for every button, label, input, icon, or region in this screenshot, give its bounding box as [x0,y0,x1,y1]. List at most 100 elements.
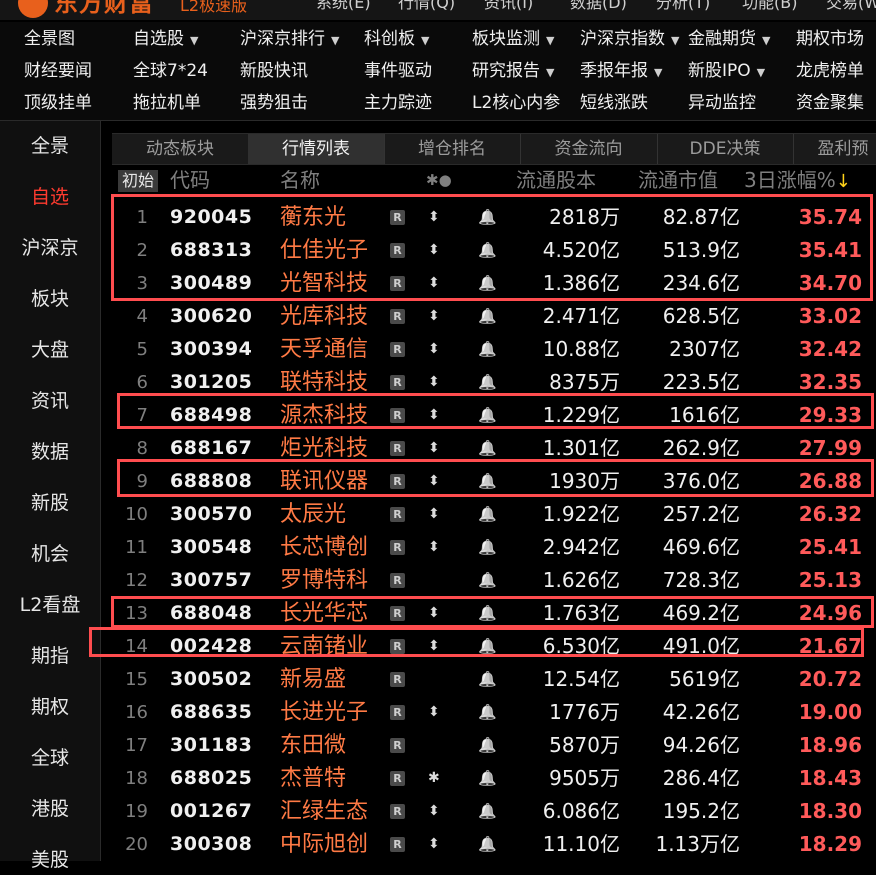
top-menu-item[interactable]: 功能(B) [742,0,797,14]
top-menu-item[interactable]: 行情(Q) [398,0,455,14]
nav-item[interactable]: 全景 [0,131,100,161]
header-code[interactable]: 代码 [170,165,210,195]
tab-item[interactable]: DDE决策 [657,134,794,164]
top-menu-item[interactable]: 资讯(I) [484,0,533,14]
float-mcap: 286.4亿 [662,766,740,790]
stock-name: 太辰光 [280,502,347,527]
top-menu-item[interactable]: 数据(D) [570,0,627,14]
nav-item[interactable]: 大盘 [0,335,100,365]
highlight-box [117,459,874,497]
r-badge-icon: R [390,309,405,324]
top-menu-item[interactable]: 系统(E) [316,0,371,14]
bell-icon[interactable]: 🔔 [478,333,497,366]
header-float-shares[interactable]: 流通股本 [516,165,596,195]
nav-item[interactable]: 全球 [0,743,100,773]
top-menu-item[interactable]: 交易(W) [826,0,876,14]
table-row[interactable]: 15 300502 新易盛 R 🔔 12.54亿 5619亿 20.72 [112,663,876,696]
nav-item[interactable]: 资讯 [0,386,100,416]
function-button[interactable]: 主力踪迹 [364,88,432,118]
stock-code: 301183 [170,734,253,756]
table-row[interactable]: 19 001267 汇绿生态 R ⬍ 🔔 6.086亿 195.2亿 18.30 [112,795,876,828]
table-row[interactable]: 4 300620 光库科技 R ⬍ 🔔 2.471亿 628.5亿 33.02 [112,300,876,333]
bell-icon[interactable]: 🔔 [478,696,497,729]
header-name[interactable]: 名称 [280,165,320,195]
r-badge-icon: R [390,342,405,357]
function-button[interactable]: 板块监测 ▼ [472,24,554,56]
tab-item[interactable]: 盈利预 [793,134,876,164]
bell-icon[interactable]: 🔔 [478,531,497,564]
header-flags: ✱● [426,171,452,189]
tab-item[interactable]: 增仓排名 [384,134,521,164]
function-button[interactable]: L2核心内参 [472,88,560,118]
row-index: 5 [136,339,148,360]
nav-item[interactable]: L2看盘 [0,590,100,620]
nav-item[interactable]: 沪深京 [0,233,100,263]
function-button[interactable]: 拖拉机单 [133,88,201,118]
bell-icon[interactable]: 🔔 [478,762,497,795]
function-button[interactable]: 沪深京排行 ▼ [240,24,339,56]
table-row[interactable]: 10 300570 太辰光 R ⬍ 🔔 1.922亿 257.2亿 26.32 [112,498,876,531]
nav-item[interactable]: 美股 [0,845,100,875]
float-shares: 1.922亿 [542,502,620,526]
tab-item[interactable]: 资金流向 [520,134,658,164]
function-button[interactable]: 事件驱动 [364,56,432,86]
table-row[interactable]: 5 300394 天孚通信 R ⬍ 🔔 10.88亿 2307亿 32.42 [112,333,876,366]
table-row[interactable]: 20 300308 中际旭创 R ⬍ 🔔 11.10亿 1.13万亿 18.29 [112,828,876,861]
function-button[interactable]: 短线涨跌 [580,88,648,118]
header-3day-change[interactable]: 3日涨幅%↓ [744,165,851,197]
nav-item[interactable]: 港股 [0,794,100,824]
tab-item[interactable]: 行情列表 [248,134,385,164]
float-shares: 1776万 [549,700,620,724]
function-label: 沪深京指数 [580,29,665,49]
function-label: 期权市场 [796,29,864,49]
nav-item[interactable]: 期权 [0,692,100,722]
table-row[interactable]: 12 300757 罗博特科 R 🔔 1.626亿 728.3亿 25.13 [112,564,876,597]
function-button[interactable]: 季报年报 ▼ [580,56,662,88]
function-button[interactable]: 全球7*24 [133,56,208,86]
function-button[interactable]: 科创板 ▼ [364,24,429,56]
function-button[interactable]: 财经要闻 [24,56,92,86]
function-button[interactable]: 金融期货 ▼ [688,24,770,56]
function-button[interactable]: 自选股 ▼ [133,24,198,56]
function-button[interactable]: 新股快讯 [240,56,308,86]
bell-icon[interactable]: 🔔 [478,300,497,333]
float-mcap: 2307亿 [669,337,740,361]
init-sort-button[interactable]: 初始 [118,170,159,192]
r-badge-icon: R [390,672,405,687]
header-float-mcap[interactable]: 流通市值 [638,165,718,195]
bell-icon[interactable]: 🔔 [478,564,497,597]
bell-icon[interactable]: 🔔 [478,498,497,531]
function-label: 异动监控 [688,93,756,113]
function-button[interactable]: 龙虎榜单 [796,56,864,86]
chevron-down-icon: ▼ [546,34,555,47]
function-button[interactable]: 研究报告 ▼ [472,56,554,88]
function-button[interactable]: 新股IPO ▼ [688,56,765,88]
bell-icon[interactable]: 🔔 [478,729,497,762]
nav-item[interactable]: 机会 [0,539,100,569]
function-button[interactable]: 全景图 [24,24,75,54]
r-badge-icon: R [390,540,405,555]
function-button[interactable]: 异动监控 [688,88,756,118]
float-shares: 12.54亿 [542,667,620,691]
table-row[interactable]: 16 688635 长进光子 R ⬍ 🔔 1776万 42.26亿 19.00 [112,696,876,729]
bell-icon[interactable]: 🔔 [478,663,497,696]
table-row[interactable]: 18 688025 杰普特 R ✱ 🔔 9505万 286.4亿 18.43 [112,762,876,795]
function-button[interactable]: 强势狙击 [240,88,308,118]
nav-item[interactable]: 数据 [0,437,100,467]
stock-name: 中际旭创 [280,832,369,857]
nav-item[interactable]: 板块 [0,284,100,314]
table-row[interactable]: 11 300548 长芯博创 R ⬍ 🔔 2.942亿 469.6亿 25.41 [112,531,876,564]
function-button[interactable]: 顶级挂单 [24,88,92,118]
nav-item[interactable]: 新股 [0,488,100,518]
bell-icon[interactable]: 🔔 [478,828,497,861]
nav-item[interactable]: 期指 [0,641,100,671]
bell-icon[interactable]: 🔔 [478,795,497,828]
function-button[interactable]: 期权市场 [796,24,864,54]
float-shares: 2.942亿 [542,535,620,559]
nav-item[interactable]: 自选 [0,182,100,212]
table-row[interactable]: 17 301183 东田微 R 🔔 5870万 94.26亿 18.96 [112,729,876,762]
function-button[interactable]: 资金聚集 [796,88,864,118]
tab-item[interactable]: 动态板块 [112,134,249,164]
top-menu-item[interactable]: 分析(T) [656,0,710,14]
function-button[interactable]: 沪深京指数 ▼ [580,24,679,56]
